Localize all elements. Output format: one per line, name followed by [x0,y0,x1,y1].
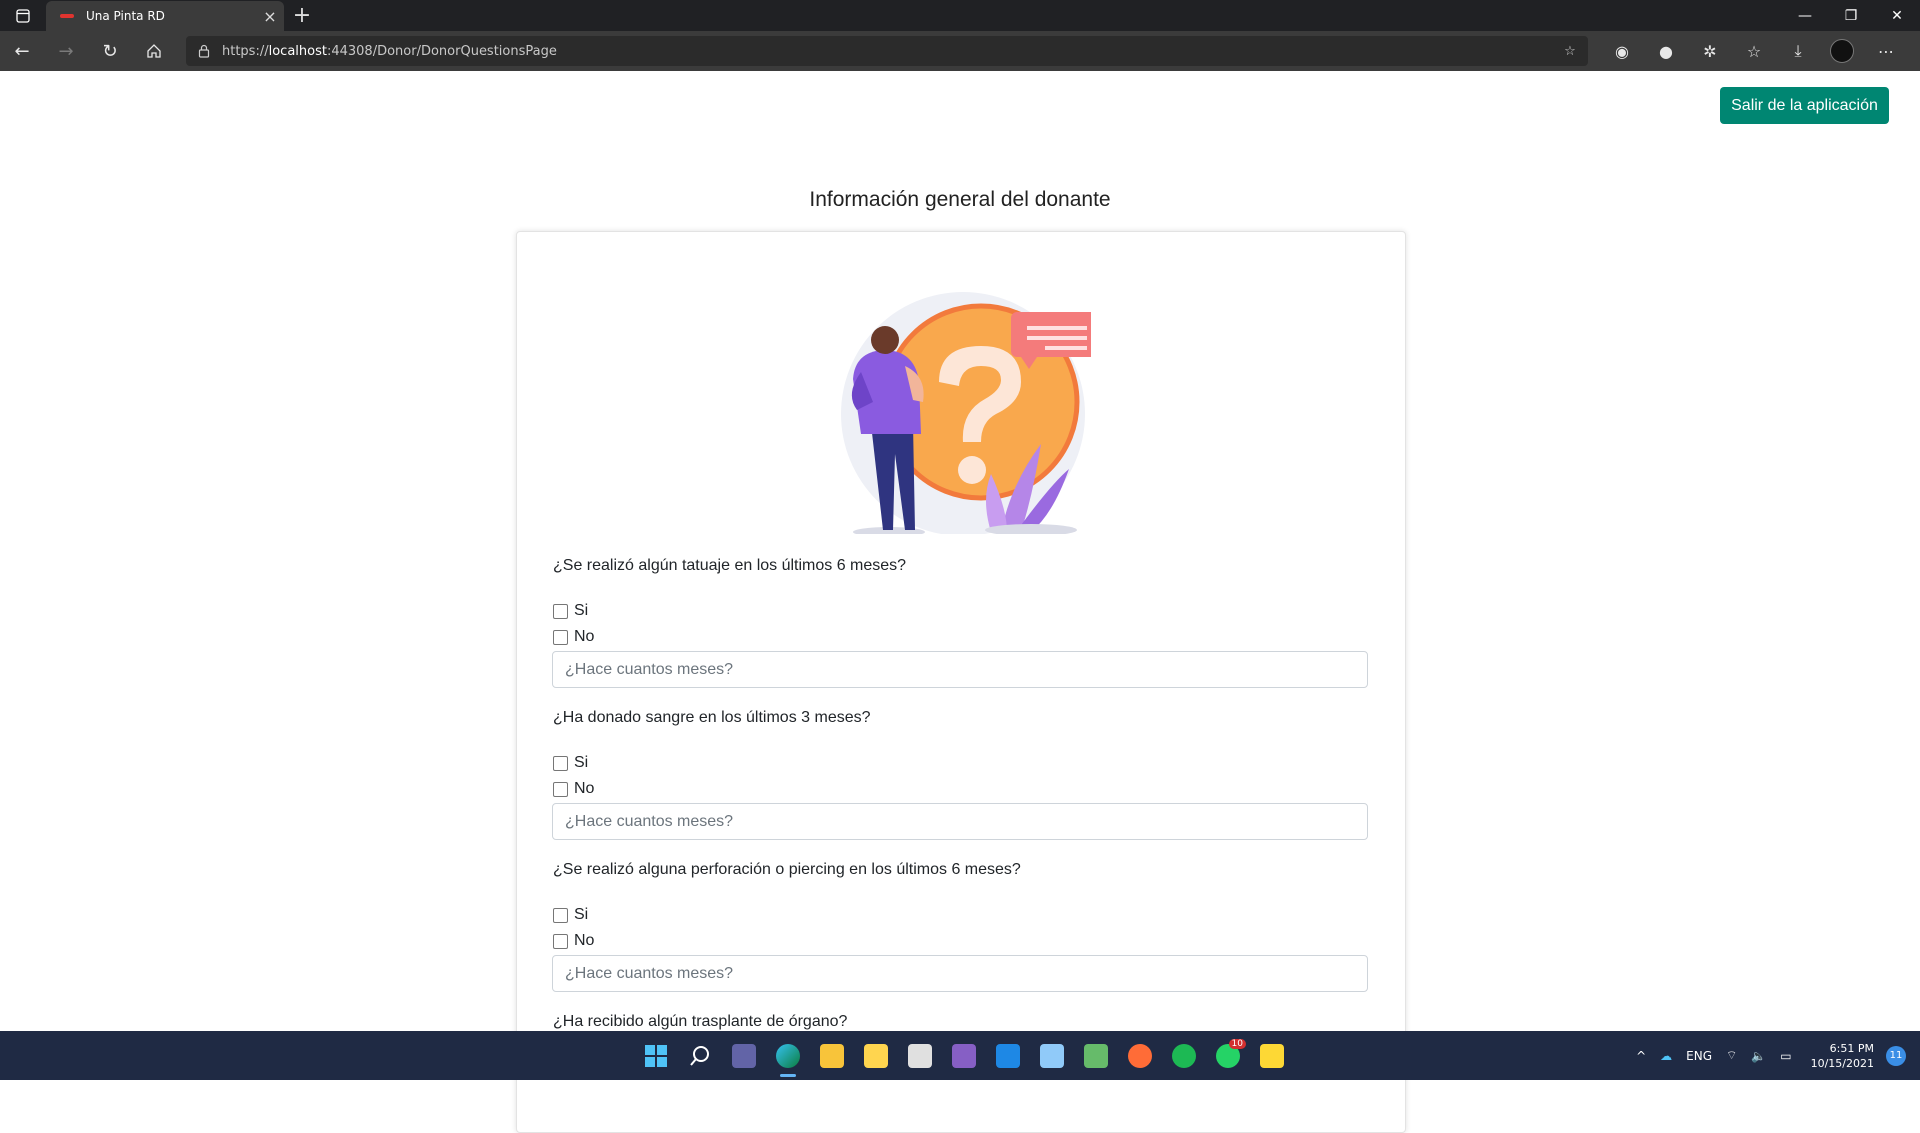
no-checkbox[interactable] [553,933,568,949]
yes-option-label: Si [574,906,589,923]
yes-option[interactable]: Si [553,906,588,924]
add-favorite-icon[interactable]: ☆ [1552,44,1588,59]
chat-icon [732,1043,756,1068]
whatsapp-button[interactable]: 10 [1206,1031,1250,1080]
close-window-button[interactable]: ✕ [1874,0,1920,31]
database-icon [1040,1043,1064,1068]
edge-taskbar-button[interactable] [766,1031,810,1080]
url-text: https://localhost:44308/Donor/DonorQuest… [222,43,557,59]
spotify-icon [1172,1043,1196,1068]
vscode-button[interactable] [986,1031,1030,1080]
page-title: Información general del donante [809,188,1111,211]
visual-studio-icon [952,1043,976,1068]
unread-badge: 10 [1228,1039,1246,1049]
clock-date: 10/15/2021 [1810,1056,1874,1070]
settings-more-icon[interactable]: ⋯ [1864,39,1908,63]
favorites-icon[interactable]: ☆ [1732,39,1776,63]
edge-browser-icon [776,1043,800,1068]
volume-icon[interactable]: 🔈 [1751,1049,1766,1063]
new-tab-button[interactable]: + [284,0,320,31]
extensions-puzzle-icon[interactable]: ✲ [1688,39,1732,63]
no-checkbox[interactable] [553,781,568,797]
search-taskbar-button[interactable] [678,1031,722,1080]
downloads-icon[interactable]: ⤓ [1776,39,1820,63]
yes-option-label: Si [574,602,589,619]
yes-option[interactable]: Si [553,602,588,620]
yes-option-label: Si [574,754,589,771]
no-option-label: No [574,628,595,645]
store-button[interactable] [898,1031,942,1080]
sql-tool-button[interactable] [1074,1031,1118,1080]
tracking-prevention-icon[interactable]: ● [1644,39,1688,63]
no-option[interactable]: No [553,932,594,950]
store-icon [908,1043,932,1068]
clock[interactable]: 6:51 PM 10/15/2021 [1811,1041,1874,1071]
start-button[interactable] [634,1031,678,1080]
no-option-label: No [574,780,595,797]
browser-tab[interactable]: Una Pinta RD × [46,1,284,31]
no-option[interactable]: No [553,780,594,798]
minimize-window-button[interactable]: — [1782,0,1828,31]
exit-app-button[interactable]: Salir de la aplicación [1720,87,1889,124]
sticky-notes-icon [1260,1043,1284,1068]
notification-badge[interactable]: 11 [1886,1045,1906,1066]
no-checkbox[interactable] [553,629,568,645]
home-button[interactable] [132,31,176,71]
tab-title: Una Pinta RD [86,9,165,23]
site-favicon-icon [60,14,74,18]
system-tray: ^ ☁ ENG ⌔ 🔈 ▭ 6:51 PM 10/15/2021 11 [1629,1031,1920,1080]
notes-app-button[interactable] [854,1031,898,1080]
language-indicator[interactable]: ENG [1686,1049,1712,1063]
yes-option[interactable]: Si [553,754,588,772]
months-ago-input[interactable] [552,955,1368,992]
search-icon [690,1045,709,1066]
visual-studio-button[interactable] [942,1031,986,1080]
question-label: ¿Se realizó alguna perforación o piercin… [553,861,1021,878]
question-label: ¿Ha donado sangre en los últimos 3 meses… [553,709,871,726]
extension-icon[interactable]: ◉ [1600,39,1644,63]
os-taskbar: 10 ^ ☁ ENG ⌔ 🔈 ▭ 6:51 PM 10/15/2021 11 [0,1031,1920,1080]
yes-checkbox[interactable] [553,907,568,923]
sql-tool-icon [1084,1043,1108,1068]
months-ago-input[interactable] [552,651,1368,688]
windows-start-icon [645,1044,667,1067]
postman-icon [1128,1043,1152,1068]
file-explorer-button[interactable] [810,1031,854,1080]
browser-toolbar: ← → ↻ https://localhost:44308/Donor/Dono… [0,31,1920,71]
clock-time: 6:51 PM [1829,1041,1874,1055]
address-bar[interactable]: https://localhost:44308/Donor/DonorQuest… [186,36,1588,66]
azure-data-button[interactable] [1030,1031,1074,1080]
notes-icon [864,1043,888,1068]
folder-icon [820,1043,844,1068]
questions-card: ¿Se realizó algún tatuaje en los últimos… [516,231,1406,1133]
battery-icon[interactable]: ▭ [1780,1049,1791,1063]
browser-titlebar: Una Pinta RD × + — ❐ ✕ [0,0,1920,31]
no-option[interactable]: No [553,628,594,646]
months-ago-input[interactable] [552,803,1368,840]
yes-checkbox[interactable] [553,603,568,619]
question-illustration [841,292,1091,534]
back-button[interactable]: ← [0,31,44,71]
spotify-button[interactable] [1162,1031,1206,1080]
yes-checkbox[interactable] [553,755,568,771]
onedrive-cloud-icon[interactable]: ☁ [1660,1049,1672,1063]
profile-avatar[interactable] [1820,39,1864,63]
no-option-label: No [574,932,595,949]
postman-button[interactable] [1118,1031,1162,1080]
forward-button[interactable]: → [44,31,88,71]
sticky-notes-button[interactable] [1250,1031,1294,1080]
restore-window-button[interactable]: ❐ [1828,0,1874,31]
refresh-button[interactable]: ↻ [88,31,132,71]
question-label: ¿Ha recibido algún trasplante de órgano? [553,1013,848,1030]
tab-close-icon[interactable]: × [256,7,284,26]
vscode-icon [996,1043,1020,1068]
lock-icon[interactable] [186,44,222,58]
teams-chat-button[interactable] [722,1031,766,1080]
tab-actions-icon[interactable] [0,0,46,31]
chevron-up-icon[interactable]: ^ [1636,1049,1646,1063]
question-label: ¿Se realizó algún tatuaje en los últimos… [553,557,907,574]
wifi-icon[interactable]: ⌔ [1726,1048,1737,1063]
